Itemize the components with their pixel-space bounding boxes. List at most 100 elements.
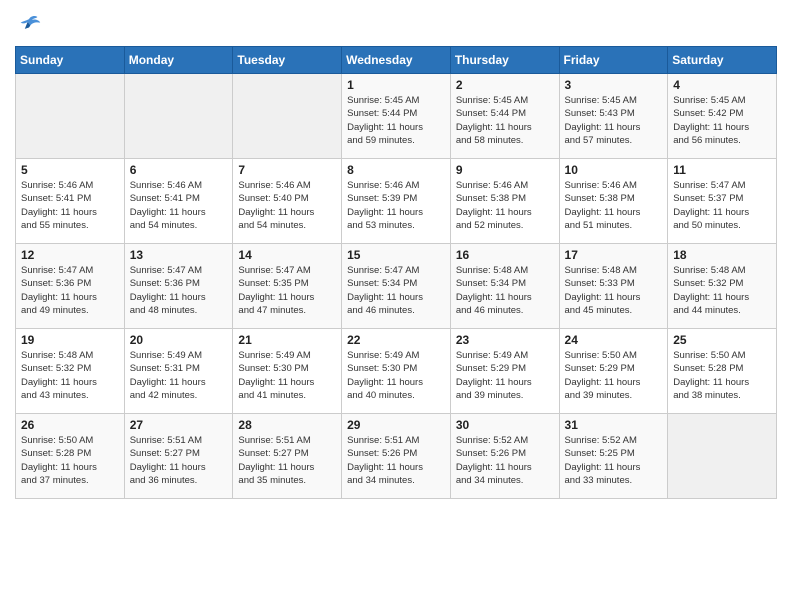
day-number: 7 [238,163,336,177]
day-number: 28 [238,418,336,432]
day-number: 17 [565,248,663,262]
calendar-cell: 5 Sunrise: 5:46 AM Sunset: 5:41 PM Daylig… [16,159,125,244]
day-info: Sunrise: 5:49 AM Sunset: 5:31 PM Dayligh… [130,349,228,402]
day-info: Sunrise: 5:48 AM Sunset: 5:32 PM Dayligh… [673,264,771,317]
day-number: 30 [456,418,554,432]
day-number: 21 [238,333,336,347]
day-number: 26 [21,418,119,432]
calendar-table: SundayMondayTuesdayWednesdayThursdayFrid… [15,46,777,499]
day-number: 1 [347,78,445,92]
day-number: 10 [565,163,663,177]
day-number: 19 [21,333,119,347]
calendar-cell [124,74,233,159]
day-header-saturday: Saturday [668,47,777,74]
day-info: Sunrise: 5:49 AM Sunset: 5:30 PM Dayligh… [347,349,445,402]
day-info: Sunrise: 5:51 AM Sunset: 5:27 PM Dayligh… [130,434,228,487]
calendar-cell: 22 Sunrise: 5:49 AM Sunset: 5:30 PM Dayli… [342,329,451,414]
calendar-cell: 17 Sunrise: 5:48 AM Sunset: 5:33 PM Dayli… [559,244,668,329]
day-info: Sunrise: 5:50 AM Sunset: 5:29 PM Dayligh… [565,349,663,402]
calendar-cell: 11Sunrise: 5:47 AM Sunset: 5:37 PM Dayli… [668,159,777,244]
day-info: Sunrise: 5:45 AM Sunset: 5:44 PM Dayligh… [347,94,445,147]
day-number: 2 [456,78,554,92]
calendar-cell: 18 Sunrise: 5:48 AM Sunset: 5:32 PM Dayli… [668,244,777,329]
logo-bird-icon [15,10,43,38]
day-number: 5 [21,163,119,177]
day-number: 18 [673,248,771,262]
calendar-cell: 24 Sunrise: 5:50 AM Sunset: 5:29 PM Dayli… [559,329,668,414]
week-row-2: 5 Sunrise: 5:46 AM Sunset: 5:41 PM Daylig… [16,159,777,244]
day-number: 15 [347,248,445,262]
day-info: Sunrise: 5:52 AM Sunset: 5:26 PM Dayligh… [456,434,554,487]
day-header-friday: Friday [559,47,668,74]
day-info: Sunrise: 5:51 AM Sunset: 5:26 PM Dayligh… [347,434,445,487]
day-header-tuesday: Tuesday [233,47,342,74]
calendar-cell: 14 Sunrise: 5:47 AM Sunset: 5:35 PM Dayli… [233,244,342,329]
day-info: Sunrise: 5:48 AM Sunset: 5:32 PM Dayligh… [21,349,119,402]
day-info: Sunrise: 5:46 AM Sunset: 5:41 PM Dayligh… [130,179,228,232]
day-info: Sunrise: 5:48 AM Sunset: 5:33 PM Dayligh… [565,264,663,317]
day-info: Sunrise: 5:47 AM Sunset: 5:36 PM Dayligh… [130,264,228,317]
day-number: 13 [130,248,228,262]
day-info: Sunrise: 5:51 AM Sunset: 5:27 PM Dayligh… [238,434,336,487]
day-number: 31 [565,418,663,432]
calendar-cell: 27 Sunrise: 5:51 AM Sunset: 5:27 PM Dayli… [124,414,233,499]
calendar-container: SundayMondayTuesdayWednesdayThursdayFrid… [0,0,792,514]
day-info: Sunrise: 5:49 AM Sunset: 5:29 PM Dayligh… [456,349,554,402]
day-number: 9 [456,163,554,177]
calendar-cell [233,74,342,159]
day-info: Sunrise: 5:50 AM Sunset: 5:28 PM Dayligh… [673,349,771,402]
day-number: 24 [565,333,663,347]
day-info: Sunrise: 5:46 AM Sunset: 5:38 PM Dayligh… [456,179,554,232]
calendar-cell: 9 Sunrise: 5:46 AM Sunset: 5:38 PM Daylig… [450,159,559,244]
day-info: Sunrise: 5:47 AM Sunset: 5:35 PM Dayligh… [238,264,336,317]
day-header-monday: Monday [124,47,233,74]
calendar-cell: 2 Sunrise: 5:45 AM Sunset: 5:44 PM Daylig… [450,74,559,159]
logo [15,10,47,38]
day-header-wednesday: Wednesday [342,47,451,74]
day-number: 14 [238,248,336,262]
calendar-cell: 8 Sunrise: 5:46 AM Sunset: 5:39 PM Daylig… [342,159,451,244]
calendar-cell: 10Sunrise: 5:46 AM Sunset: 5:38 PM Dayli… [559,159,668,244]
calendar-cell: 13 Sunrise: 5:47 AM Sunset: 5:36 PM Dayli… [124,244,233,329]
day-info: Sunrise: 5:50 AM Sunset: 5:28 PM Dayligh… [21,434,119,487]
week-row-5: 26 Sunrise: 5:50 AM Sunset: 5:28 PM Dayli… [16,414,777,499]
day-info: Sunrise: 5:47 AM Sunset: 5:34 PM Dayligh… [347,264,445,317]
day-number: 4 [673,78,771,92]
day-info: Sunrise: 5:46 AM Sunset: 5:39 PM Dayligh… [347,179,445,232]
day-info: Sunrise: 5:46 AM Sunset: 5:40 PM Dayligh… [238,179,336,232]
calendar-cell: 20Sunrise: 5:49 AM Sunset: 5:31 PM Dayli… [124,329,233,414]
calendar-cell: 1 Sunrise: 5:45 AM Sunset: 5:44 PM Daylig… [342,74,451,159]
day-number: 16 [456,248,554,262]
calendar-cell: 4 Sunrise: 5:45 AM Sunset: 5:42 PM Daylig… [668,74,777,159]
week-row-4: 19 Sunrise: 5:48 AM Sunset: 5:32 PM Dayli… [16,329,777,414]
calendar-cell: 16 Sunrise: 5:48 AM Sunset: 5:34 PM Dayli… [450,244,559,329]
calendar-cell: 26 Sunrise: 5:50 AM Sunset: 5:28 PM Dayli… [16,414,125,499]
day-number: 22 [347,333,445,347]
day-info: Sunrise: 5:45 AM Sunset: 5:44 PM Dayligh… [456,94,554,147]
calendar-cell: 19 Sunrise: 5:48 AM Sunset: 5:32 PM Dayli… [16,329,125,414]
calendar-cell: 21 Sunrise: 5:49 AM Sunset: 5:30 PM Dayli… [233,329,342,414]
calendar-cell: 12 Sunrise: 5:47 AM Sunset: 5:36 PM Dayli… [16,244,125,329]
calendar-cell: 30 Sunrise: 5:52 AM Sunset: 5:26 PM Dayli… [450,414,559,499]
day-info: Sunrise: 5:47 AM Sunset: 5:36 PM Dayligh… [21,264,119,317]
day-number: 6 [130,163,228,177]
day-info: Sunrise: 5:48 AM Sunset: 5:34 PM Dayligh… [456,264,554,317]
calendar-cell [16,74,125,159]
week-row-1: 1 Sunrise: 5:45 AM Sunset: 5:44 PM Daylig… [16,74,777,159]
day-info: Sunrise: 5:47 AM Sunset: 5:37 PM Dayligh… [673,179,771,232]
day-number: 27 [130,418,228,432]
day-number: 12 [21,248,119,262]
day-info: Sunrise: 5:52 AM Sunset: 5:25 PM Dayligh… [565,434,663,487]
calendar-cell: 6 Sunrise: 5:46 AM Sunset: 5:41 PM Daylig… [124,159,233,244]
day-info: Sunrise: 5:45 AM Sunset: 5:43 PM Dayligh… [565,94,663,147]
day-number: 8 [347,163,445,177]
calendar-cell: 7 Sunrise: 5:46 AM Sunset: 5:40 PM Daylig… [233,159,342,244]
day-info: Sunrise: 5:46 AM Sunset: 5:41 PM Dayligh… [21,179,119,232]
day-info: Sunrise: 5:45 AM Sunset: 5:42 PM Dayligh… [673,94,771,147]
day-header-sunday: Sunday [16,47,125,74]
calendar-cell: 29Sunrise: 5:51 AM Sunset: 5:26 PM Dayli… [342,414,451,499]
calendar-cell: 15 Sunrise: 5:47 AM Sunset: 5:34 PM Dayli… [342,244,451,329]
day-info: Sunrise: 5:49 AM Sunset: 5:30 PM Dayligh… [238,349,336,402]
calendar-cell: 25Sunrise: 5:50 AM Sunset: 5:28 PM Dayli… [668,329,777,414]
header [15,10,777,38]
